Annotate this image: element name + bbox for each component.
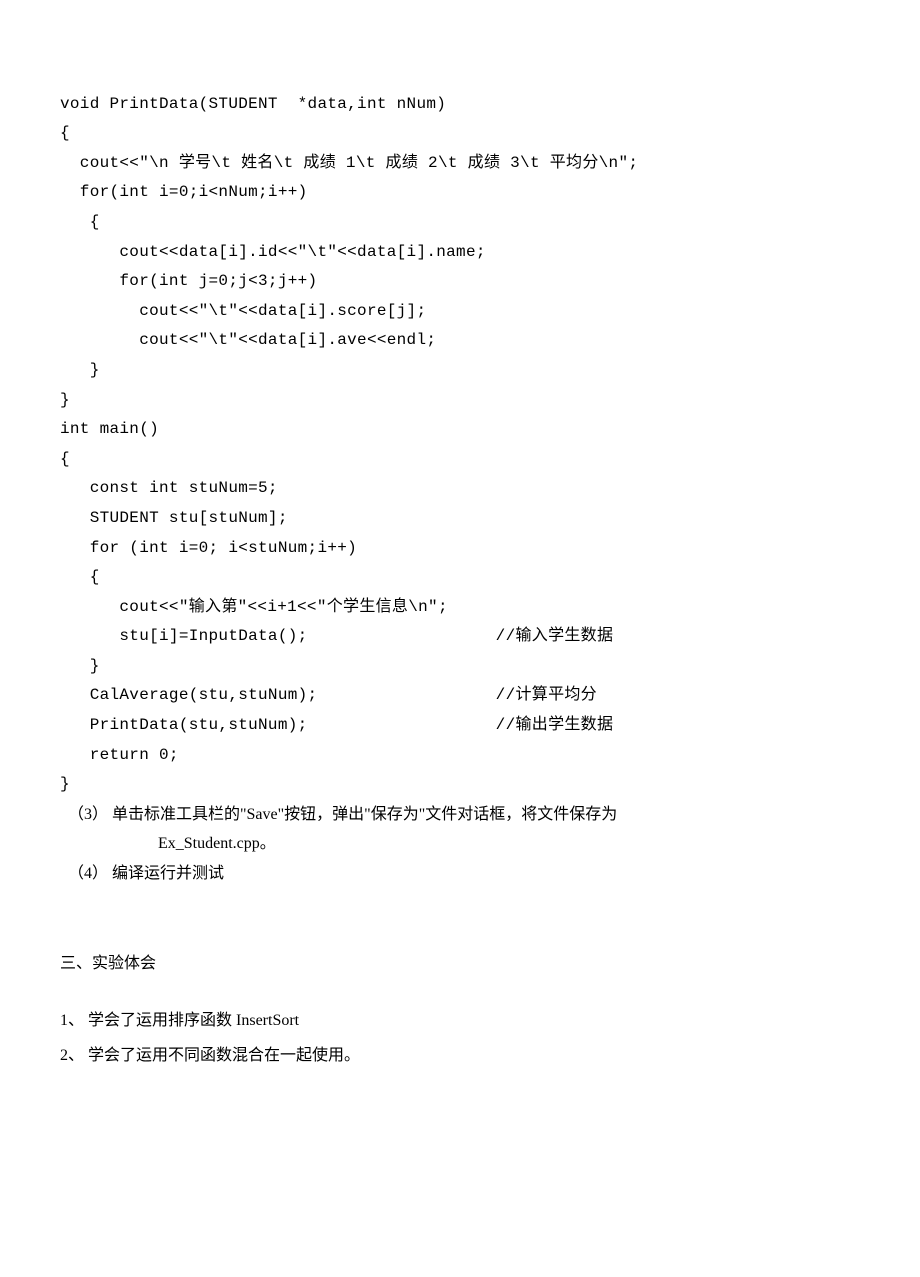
code-line: PrintData(stu,stuNum); //输出学生数据 <box>60 716 613 734</box>
experience-item-1: 1、 学会了运用排序函数 InsertSort <box>60 1003 860 1038</box>
code-line: { <box>60 213 100 231</box>
code-line: } <box>60 391 70 409</box>
code-line: for(int j=0;j<3;j++) <box>60 272 317 290</box>
code-line: const int stuNum=5; <box>60 479 278 497</box>
code-line: cout<<"\t"<<data[i].score[j]; <box>60 302 426 320</box>
code-block: void PrintData(STUDENT *data,int nNum) {… <box>60 60 860 800</box>
code-line: } <box>60 361 100 379</box>
code-line: cout<<data[i].id<<"\t"<<data[i].name; <box>60 243 486 261</box>
code-line: return 0; <box>60 746 179 764</box>
code-line: { <box>60 450 70 468</box>
instruction-step-3-continued: Ex_Student.cpp。 <box>60 829 860 859</box>
instruction-step-4: （4） 编译运行并测试 <box>60 859 860 889</box>
code-line: cout<<"输入第"<<i+1<<"个学生信息\n"; <box>60 598 448 616</box>
code-line: CalAverage(stu,stuNum); //计算平均分 <box>60 686 597 704</box>
item-text: 1、 学会了运用排序函数 <box>60 1012 236 1029</box>
section-title: 三、实验体会 <box>60 949 860 979</box>
code-line: for(int i=0;i<nNum;i++) <box>60 183 308 201</box>
code-line: stu[i]=InputData(); //输入学生数据 <box>60 627 613 645</box>
experience-item-2: 2、 学会了运用不同函数混合在一起使用。 <box>60 1038 860 1073</box>
instruction-text: （3） 单击标准工具栏的"Save"按钮，弹出"保存为"文件对话框，将文件保存为 <box>68 806 617 823</box>
code-line: cout<<"\t"<<data[i].ave<<endl; <box>60 331 436 349</box>
code-line: void PrintData(STUDENT *data,int nNum) <box>60 95 446 113</box>
instruction-step-3: （3） 单击标准工具栏的"Save"按钮，弹出"保存为"文件对话框，将文件保存为 <box>60 800 860 830</box>
code-line: } <box>60 775 70 793</box>
code-line: { <box>60 568 100 586</box>
function-name: InsertSort <box>236 1012 299 1029</box>
code-line: cout<<"\n 学号\t 姓名\t 成绩 1\t 成绩 2\t 成绩 3\t… <box>60 154 638 172</box>
code-line: } <box>60 657 100 675</box>
code-line: { <box>60 124 70 142</box>
instruction-text: Ex_Student.cpp。 <box>158 835 276 852</box>
code-line: int main() <box>60 420 159 438</box>
instruction-text: （4） 编译运行并测试 <box>68 865 224 882</box>
code-line: for (int i=0; i<stuNum;i++) <box>60 539 357 557</box>
code-line: STUDENT stu[stuNum]; <box>60 509 288 527</box>
